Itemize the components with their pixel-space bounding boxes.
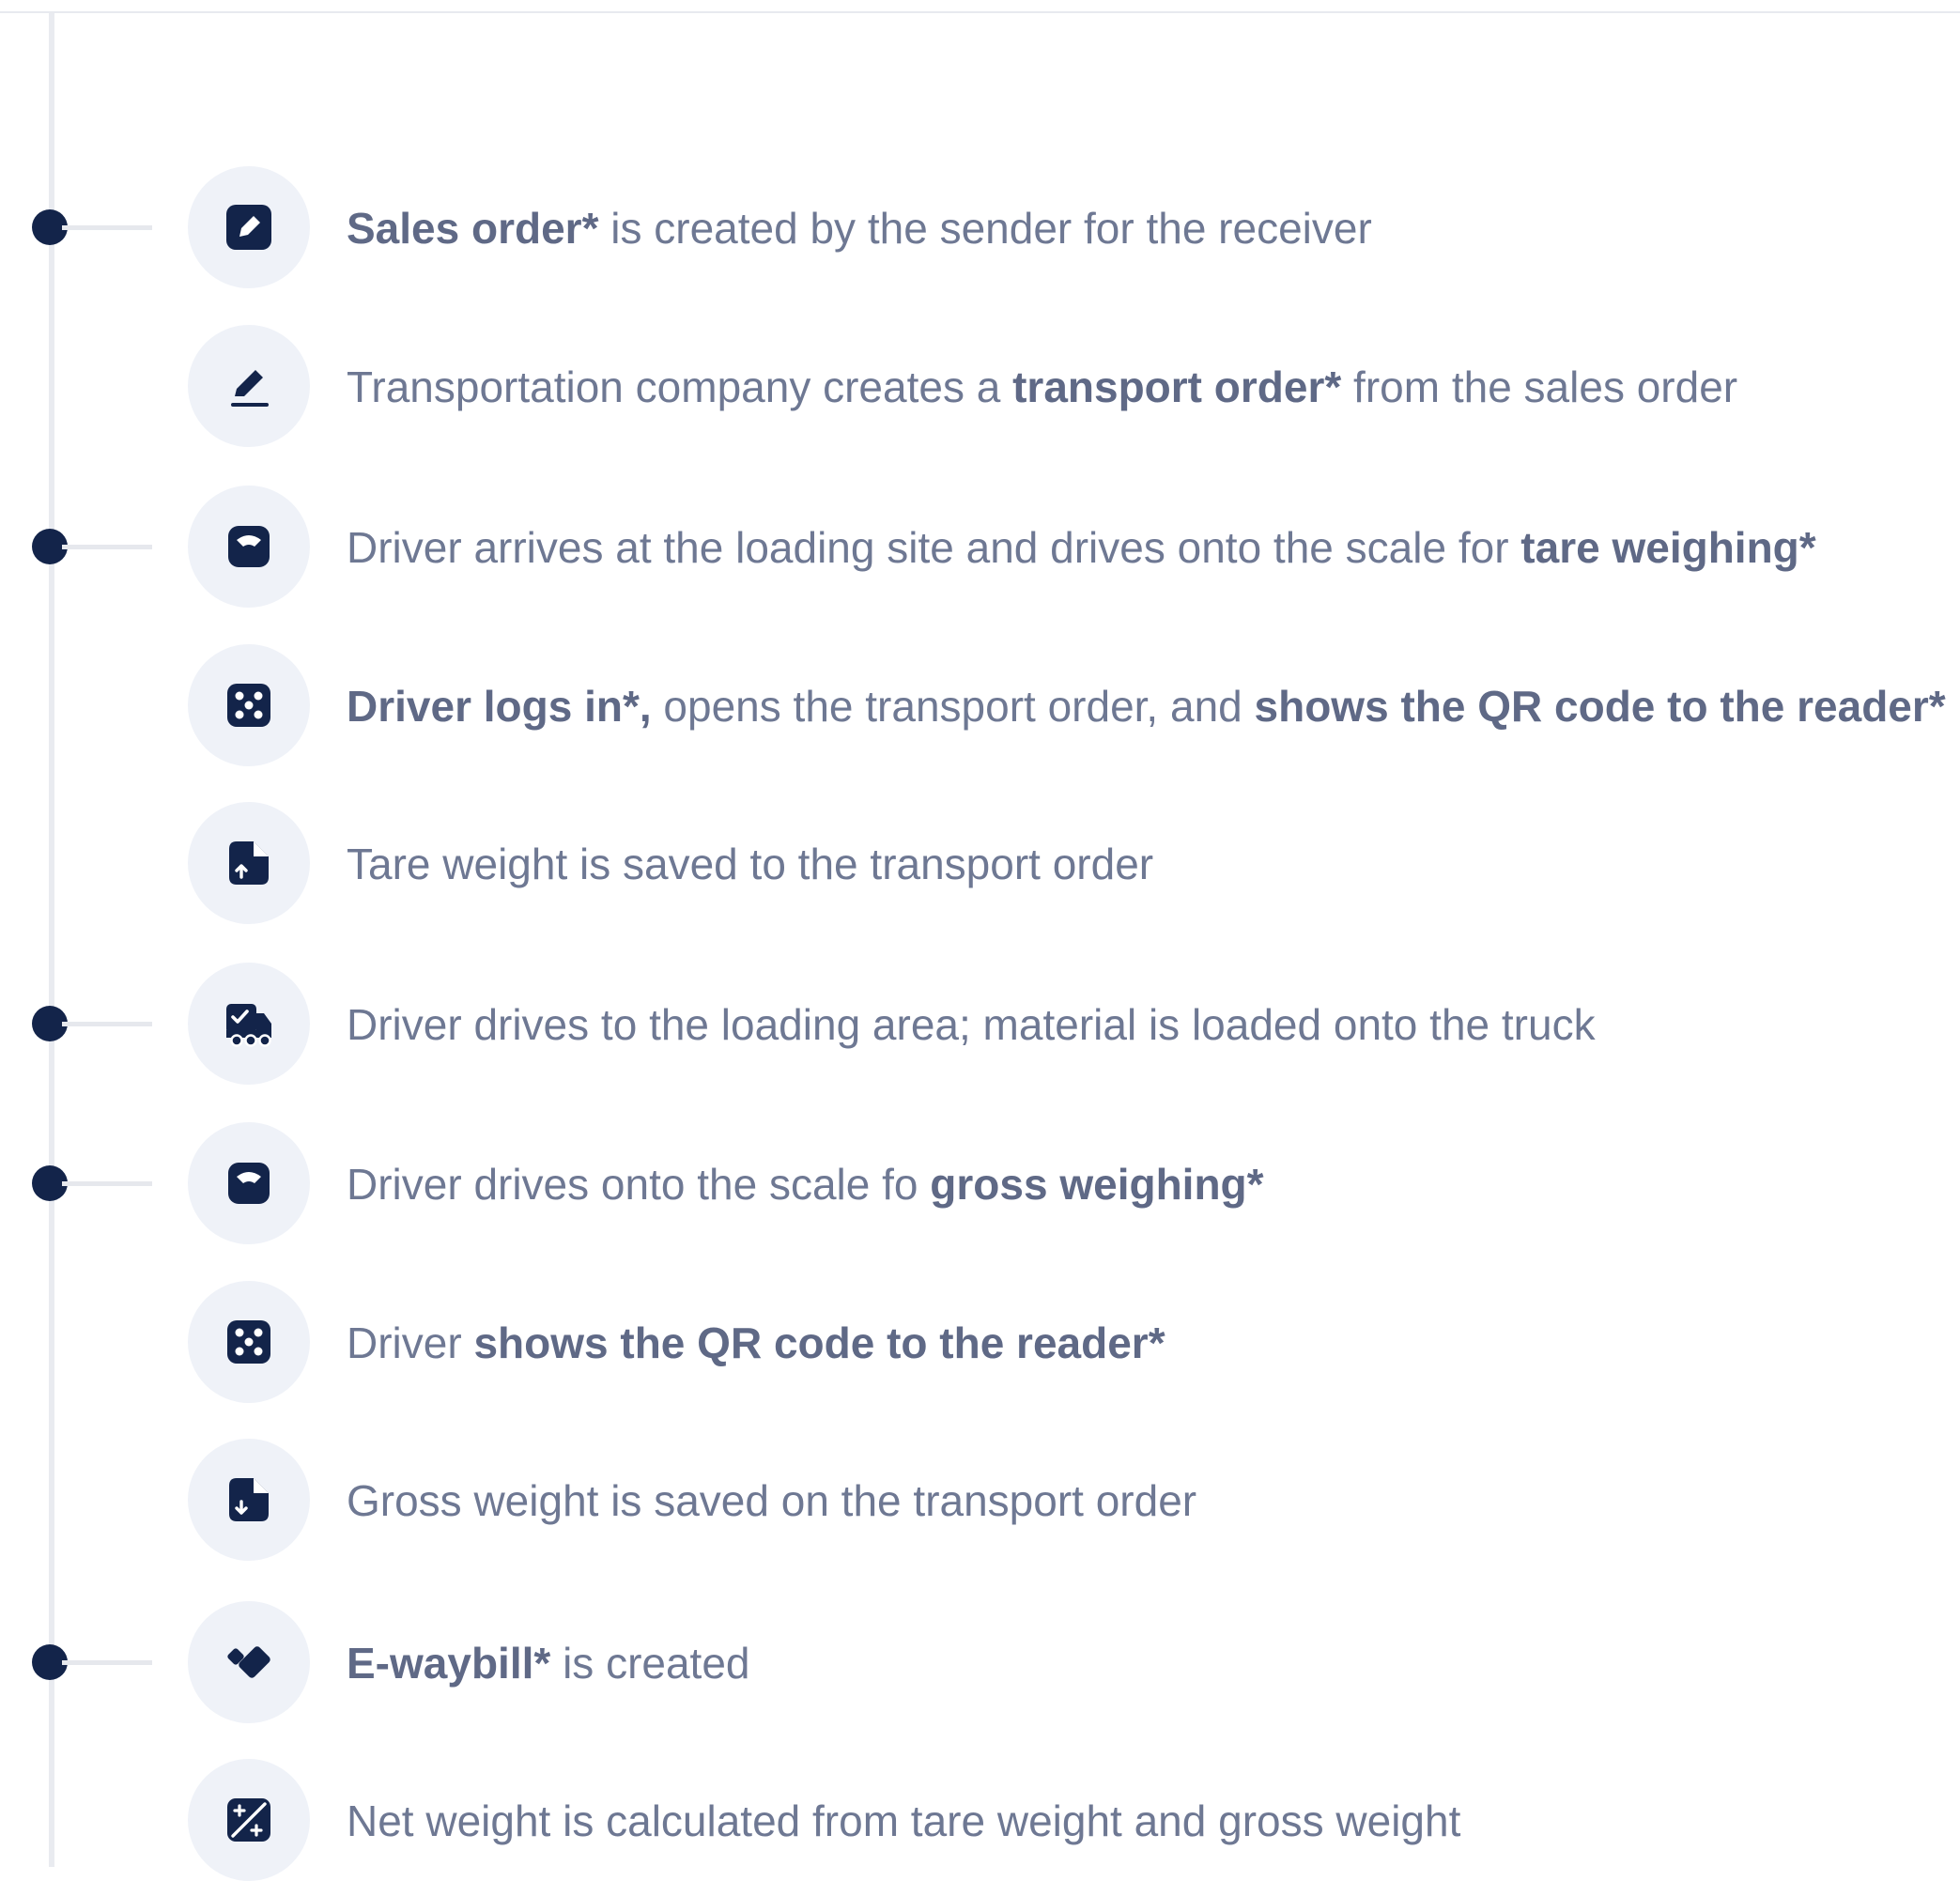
step-label: Driver drives onto the scale fo gross we… xyxy=(347,1158,1264,1210)
timeline-step: Transportation company creates a transpo… xyxy=(0,325,1960,447)
top-divider xyxy=(0,11,1960,13)
step-label-text: opens the transport order, and xyxy=(651,682,1255,731)
scale-icon xyxy=(188,486,310,608)
step-label: Driver logs in*, opens the transport ord… xyxy=(347,680,1946,732)
timeline-connector xyxy=(62,1181,152,1186)
timeline-step: E-waybill* is created xyxy=(0,1601,1960,1723)
step-label-text: Transportation company creates a xyxy=(347,362,1013,411)
step-label-text: Tare weight is saved to the transport or… xyxy=(347,840,1154,888)
timeline-connector xyxy=(62,545,152,549)
step-label: Sales order* is created by the sender fo… xyxy=(347,202,1372,254)
step-label: Tare weight is saved to the transport or… xyxy=(347,838,1153,890)
timeline-connector xyxy=(62,1660,152,1665)
truck-loaded-icon xyxy=(188,963,310,1085)
step-label-text: from the sales order xyxy=(1341,362,1738,411)
step-label-emphasis: Sales order* xyxy=(347,204,599,253)
step-label-emphasis: shows the QR code to the reader* xyxy=(1254,682,1946,731)
file-download-icon xyxy=(188,1439,310,1561)
step-label-text: Net weight is calculated from tare weigh… xyxy=(347,1796,1461,1845)
step-label-emphasis: transport order* xyxy=(1012,362,1342,411)
step-label-emphasis: gross weighing* xyxy=(930,1160,1264,1209)
step-label-text: Driver arrives at the loading site and d… xyxy=(347,523,1521,572)
timeline-step: Driver arrives at the loading site and d… xyxy=(0,486,1960,608)
qr-code-icon xyxy=(188,1281,310,1403)
timeline-step: Driver drives to the loading area; mater… xyxy=(0,963,1960,1085)
timeline-step: Net weight is calculated from tare weigh… xyxy=(0,1759,1960,1881)
step-label-emphasis: E-waybill* xyxy=(347,1639,551,1688)
pen-sign-icon xyxy=(188,325,310,447)
timeline-rail xyxy=(49,13,54,1867)
step-label-text: is created xyxy=(550,1639,750,1688)
step-label: Driver drives to the loading area; mater… xyxy=(347,998,1596,1051)
step-label: Transportation company creates a transpo… xyxy=(347,361,1737,413)
timeline-step: Sales order* is created by the sender fo… xyxy=(0,166,1960,288)
step-label: Driver shows the QR code to the reader* xyxy=(347,1317,1165,1369)
edit-square-icon xyxy=(188,166,310,288)
step-label-text: is created by the sender for the receive… xyxy=(598,204,1372,253)
qr-code-icon xyxy=(188,644,310,766)
step-label-text: Driver drives to the loading area; mater… xyxy=(347,1000,1596,1049)
step-label: E-waybill* is created xyxy=(347,1637,750,1689)
step-label-text: Gross weight is saved on the transport o… xyxy=(347,1476,1197,1525)
step-label-text: Driver drives onto the scale fo xyxy=(347,1160,931,1209)
step-label-emphasis: tare weighing* xyxy=(1520,523,1816,572)
step-label-text: Driver xyxy=(347,1318,474,1367)
file-upload-icon xyxy=(188,802,310,924)
timeline-connector xyxy=(62,1022,152,1026)
calculator-icon xyxy=(188,1759,310,1881)
timeline-connector xyxy=(62,225,152,230)
timeline-step: Gross weight is saved on the transport o… xyxy=(0,1439,1960,1561)
step-label-emphasis: Driver logs in*, xyxy=(347,682,652,731)
step-label: Net weight is calculated from tare weigh… xyxy=(347,1795,1460,1847)
step-label: Gross weight is saved on the transport o… xyxy=(347,1474,1196,1527)
timeline-step: Tare weight is saved to the transport or… xyxy=(0,802,1960,924)
scale-icon xyxy=(188,1122,310,1244)
step-label-emphasis: shows the QR code to the reader* xyxy=(473,1318,1165,1367)
timeline-step: Driver logs in*, opens the transport ord… xyxy=(0,644,1960,766)
step-label: Driver arrives at the loading site and d… xyxy=(347,521,1816,574)
timeline-step: Driver drives onto the scale fo gross we… xyxy=(0,1122,1960,1244)
ticket-icon xyxy=(188,1601,310,1723)
timeline-step: Driver shows the QR code to the reader* xyxy=(0,1281,1960,1403)
